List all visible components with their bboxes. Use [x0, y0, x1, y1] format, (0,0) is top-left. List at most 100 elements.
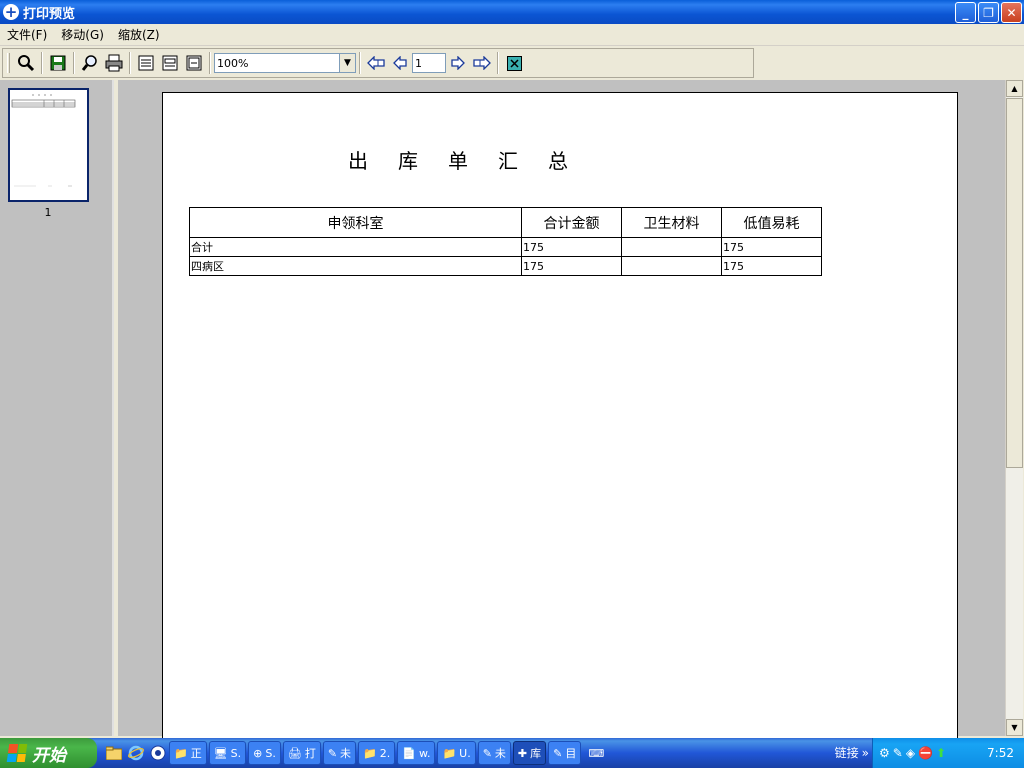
app-plus-icon: ✚ — [517, 746, 528, 760]
title-bar: + 打印预览 _ ❐ ✕ — [0, 0, 1024, 24]
search-icon[interactable] — [79, 52, 101, 74]
first-page-icon[interactable] — [365, 52, 387, 74]
close-button[interactable]: ✕ — [1001, 2, 1022, 23]
task-button[interactable]: 📁 正 — [169, 741, 207, 765]
windows-logo-icon — [6, 744, 28, 762]
doc-icon: 📄 — [402, 746, 416, 760]
print-icon[interactable] — [103, 52, 125, 74]
task-button[interactable]: 📄 w. — [397, 741, 436, 765]
column-header-department: 申领科室 — [189, 207, 522, 238]
restore-button[interactable]: ❐ — [978, 2, 999, 23]
magnifier-icon[interactable] — [15, 52, 37, 74]
task-label: 正 — [190, 747, 202, 760]
minimize-button[interactable]: _ — [955, 2, 976, 23]
task-button[interactable]: 📁 2. — [358, 741, 396, 765]
task-button[interactable]: ✎ 未 — [322, 741, 357, 765]
table-row: 合计 175 175 — [189, 237, 822, 257]
thumbnail-page-label: 1 — [44, 206, 52, 219]
paint-icon: ✎ — [482, 746, 492, 760]
task-button[interactable]: ✎ 未 — [477, 741, 511, 765]
toolbar-separator — [497, 52, 499, 74]
toolbar-separator — [73, 52, 75, 74]
cell-department: 合计 — [189, 237, 522, 257]
browser-icon[interactable] — [149, 744, 167, 762]
start-label: 开始 — [32, 745, 66, 766]
close-preview-icon[interactable] — [503, 52, 525, 74]
task-button-active[interactable]: ✚ 库 — [512, 741, 547, 765]
toolbar-separator — [129, 52, 131, 74]
keyboard-icon: ⌨ — [588, 746, 605, 760]
menu-zoom[interactable]: 缩放(Z) — [111, 26, 167, 43]
save-icon[interactable] — [47, 52, 69, 74]
next-page-icon[interactable] — [447, 52, 469, 74]
chevron-down-icon[interactable]: ▼ — [339, 54, 355, 72]
task-label: 未 — [494, 747, 506, 760]
cell-low-value: 175 — [721, 256, 822, 276]
preview-area: 出库单汇总 申领科室 合计金额 卫生材料 低值易耗 合计 175 175 四病区… — [118, 80, 1005, 752]
menu-move[interactable]: 移动(G) — [54, 26, 111, 43]
cell-low-value: 175 — [721, 237, 822, 257]
system-tray: ⚙ ✎ ◈ ⛔ ⬆ 7:52 — [872, 738, 1024, 768]
zoom-select[interactable]: 100% ▼ — [214, 53, 356, 73]
stop-icon[interactable]: ⛔ — [918, 746, 933, 760]
task-label: U. — [459, 746, 471, 760]
multi-page-icon[interactable] — [183, 52, 205, 74]
chevron-right-icon[interactable]: » — [862, 746, 869, 760]
app-icon: 🖨 — [287, 746, 302, 760]
toolbar-grip[interactable] — [7, 53, 10, 73]
one-page-icon[interactable] — [135, 52, 157, 74]
cell-hygiene — [621, 256, 722, 276]
table-header-row: 申领科室 合计金额 卫生材料 低值易耗 — [189, 207, 822, 238]
tray-app-icon[interactable]: ✎ — [893, 746, 903, 760]
task-label: S. — [230, 746, 242, 760]
shield-icon[interactable]: ⬆ — [936, 746, 946, 760]
prev-page-icon[interactable] — [389, 52, 411, 74]
task-button[interactable]: ⌨ — [583, 741, 609, 765]
report-title: 出库单汇总 — [348, 149, 598, 173]
folder-icon: 📁 — [442, 746, 457, 760]
task-button[interactable]: 🖥 S. — [208, 741, 247, 765]
table-row: 四病区 175 175 — [189, 256, 822, 276]
task-label: S. — [265, 746, 276, 760]
page-number-input[interactable]: 1 — [412, 53, 446, 73]
links-toolbar[interactable]: 链接 » — [835, 744, 869, 761]
clock: 7:52 — [987, 746, 1014, 760]
toolbar-separator — [359, 52, 361, 74]
ie-icon[interactable] — [127, 744, 145, 762]
start-button[interactable]: 开始 — [0, 738, 97, 768]
scroll-up-button[interactable]: ▲ — [1006, 80, 1023, 97]
task-label: 打 — [304, 747, 316, 760]
explorer-icon[interactable] — [105, 744, 123, 762]
menu-file[interactable]: 文件(F) — [0, 26, 54, 43]
scroll-thumb[interactable] — [1006, 98, 1023, 468]
task-label: 2. — [379, 746, 391, 760]
paint-icon: ✎ — [553, 746, 563, 760]
links-label: 链接 — [834, 746, 859, 760]
task-label: w. — [418, 746, 431, 760]
task-label: 未 — [340, 747, 352, 760]
thumbnail-preview-graphic — [11, 94, 76, 187]
task-label: 库 — [530, 747, 542, 760]
toolbar: 100% ▼ 1 — [2, 48, 754, 78]
column-header-hygiene: 卫生材料 — [621, 207, 722, 238]
scroll-down-button[interactable]: ▼ — [1006, 719, 1023, 736]
app-icon: 🖥 — [213, 746, 228, 760]
network-icon[interactable]: ⚙ — [879, 746, 890, 760]
last-page-icon[interactable] — [471, 52, 493, 74]
task-label: 目 — [565, 747, 577, 760]
vertical-scrollbar[interactable]: ▲ ▼ — [1005, 80, 1023, 736]
page-thumbnail[interactable] — [8, 88, 89, 202]
cell-total: 175 — [521, 237, 622, 257]
two-page-icon[interactable] — [159, 52, 181, 74]
folder-icon: 📁 — [174, 746, 188, 760]
thumbnail-pane: 1 — [0, 80, 114, 736]
window-title: 打印预览 — [23, 6, 76, 22]
paint-icon: ✎ — [327, 746, 338, 760]
column-header-low-value: 低值易耗 — [721, 207, 822, 238]
zoom-value: 100% — [217, 56, 249, 70]
task-button[interactable]: ✎ 目 — [548, 741, 582, 765]
task-button[interactable]: ⊕ S. — [248, 741, 281, 765]
tray-tool-icon[interactable]: ◈ — [906, 746, 915, 760]
task-button[interactable]: 🖨 打 — [282, 741, 321, 765]
task-button[interactable]: 📁 U. — [437, 741, 476, 765]
